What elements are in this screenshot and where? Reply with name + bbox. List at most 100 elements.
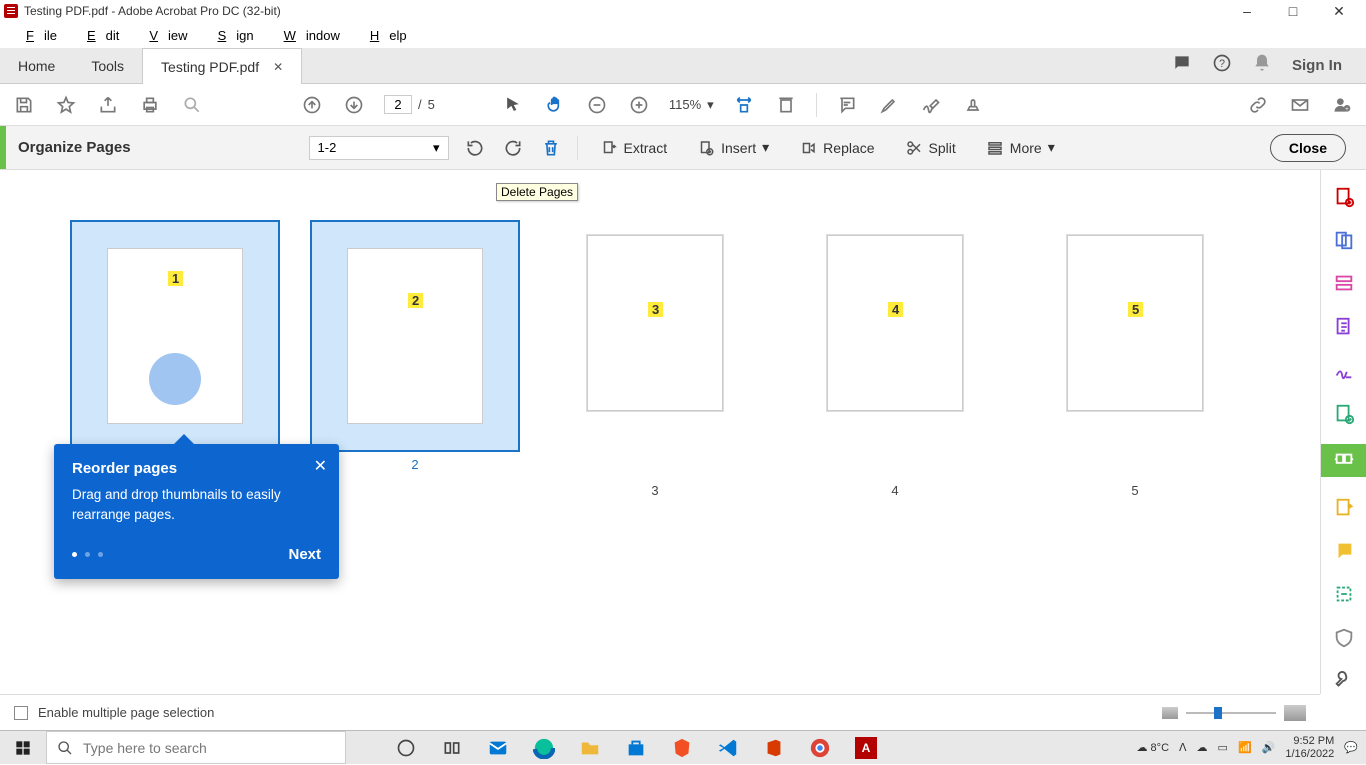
next-page-icon[interactable]	[342, 93, 366, 117]
callout-next-button[interactable]: Next	[288, 546, 321, 563]
delete-pages-icon[interactable]	[539, 136, 563, 160]
request-signatures-icon[interactable]	[1330, 401, 1358, 426]
bell-icon[interactable]	[1252, 53, 1272, 78]
insert-button[interactable]: Insert ▾	[689, 135, 777, 161]
tray-chevron-icon[interactable]: ᐱ	[1179, 741, 1187, 754]
thumb-size-small-icon[interactable]	[1162, 707, 1178, 719]
print-icon[interactable]	[138, 93, 162, 117]
user-icon[interactable]: +	[1330, 93, 1354, 117]
zoom-select[interactable]: 115% ▾	[669, 97, 714, 113]
menu-edit[interactable]: Edit	[67, 26, 129, 45]
page-number-input[interactable]	[384, 95, 412, 114]
replace-button[interactable]: Replace	[791, 135, 882, 161]
fit-width-icon[interactable]	[732, 93, 756, 117]
sign-in-link[interactable]: Sign In	[1292, 57, 1342, 74]
wifi-tray-icon[interactable]: 📶	[1238, 741, 1252, 754]
chat-icon[interactable]	[1172, 53, 1192, 78]
menu-view[interactable]: View	[129, 26, 197, 45]
callout-title: Reorder pages	[72, 460, 321, 477]
organize-pages-icon[interactable]	[1321, 444, 1366, 477]
extract-button[interactable]: Extract	[592, 135, 676, 161]
page-thumbnail-3[interactable]: 3 3	[550, 220, 760, 452]
task-view-icon[interactable]	[386, 731, 426, 765]
close-callout-icon[interactable]: ✕	[314, 456, 327, 476]
close-window-button[interactable]: ✕	[1316, 0, 1362, 22]
edge-app-icon[interactable]	[524, 731, 564, 765]
thumb-label: 4	[790, 483, 1000, 498]
menu-help[interactable]: Help	[350, 26, 417, 45]
explorer-app-icon[interactable]	[570, 731, 610, 765]
page-display-icon[interactable]	[774, 93, 798, 117]
mail-app-icon[interactable]	[478, 731, 518, 765]
help-icon[interactable]: ?	[1212, 53, 1232, 78]
search-icon[interactable]	[180, 93, 204, 117]
share-icon[interactable]	[96, 93, 120, 117]
chrome-app-icon[interactable]	[800, 731, 840, 765]
more-button[interactable]: More ▾	[978, 135, 1063, 161]
rotate-ccw-icon[interactable]	[463, 136, 487, 160]
rotate-cw-icon[interactable]	[501, 136, 525, 160]
combine-files-icon[interactable]	[1330, 227, 1358, 252]
weather-widget[interactable]: ☁ 8°C	[1136, 741, 1169, 754]
page-thumbnail-4[interactable]: 4 4	[790, 220, 1000, 452]
split-button[interactable]: Split	[897, 135, 964, 161]
vscode-app-icon[interactable]	[708, 731, 748, 765]
tab-home[interactable]: Home	[0, 48, 73, 83]
notifications-tray-icon[interactable]: 💬	[1344, 741, 1358, 754]
link-icon[interactable]	[1246, 93, 1270, 117]
chevron-down-icon: ▾	[433, 140, 440, 156]
pointer-tool-icon[interactable]	[501, 93, 525, 117]
close-organize-button[interactable]: Close	[1270, 134, 1346, 162]
more-tools-icon[interactable]	[1330, 669, 1358, 694]
store-app-icon[interactable]	[616, 731, 656, 765]
save-icon[interactable]	[12, 93, 36, 117]
close-tab-icon[interactable]: ✕	[273, 60, 283, 74]
svg-text:?: ?	[1219, 58, 1225, 70]
page-thumbnail-1[interactable]: 1 1	[70, 220, 280, 452]
comment-icon[interactable]	[835, 93, 859, 117]
prev-page-icon[interactable]	[300, 93, 324, 117]
protect-icon[interactable]	[1330, 625, 1358, 650]
onedrive-tray-icon[interactable]: ☁	[1197, 741, 1208, 754]
clock[interactable]: 9:52 PM 1/16/2022	[1285, 735, 1334, 760]
tab-document[interactable]: Testing PDF.pdf ✕	[142, 48, 302, 84]
taskbar-search[interactable]: Type here to search	[46, 731, 346, 764]
hand-tool-icon[interactable]	[543, 93, 567, 117]
star-icon[interactable]	[54, 93, 78, 117]
stamp-icon[interactable]	[961, 93, 985, 117]
minimize-button[interactable]: –	[1224, 0, 1270, 22]
create-pdf-icon[interactable]	[1330, 184, 1358, 209]
menu-file[interactable]: File	[6, 26, 67, 45]
office-app-icon[interactable]	[754, 731, 794, 765]
menu-window[interactable]: Window	[264, 26, 350, 45]
taskbar-app-icon[interactable]	[432, 731, 472, 765]
edit-pdf-icon[interactable]	[1330, 271, 1358, 296]
zoom-out-icon[interactable]	[585, 93, 609, 117]
thumbnail-area: 1 1 2 2 3 3 4	[0, 170, 1320, 694]
tab-tools[interactable]: Tools	[73, 48, 142, 83]
thumb-size-slider[interactable]	[1186, 712, 1276, 714]
find-highlight: 2	[408, 293, 423, 308]
highlight-icon[interactable]	[877, 93, 901, 117]
mail-icon[interactable]	[1288, 93, 1312, 117]
scan-ocr-icon[interactable]	[1330, 582, 1358, 607]
acrobat-app-icon[interactable]: A	[846, 731, 886, 765]
thumb-size-large-icon[interactable]	[1284, 705, 1306, 721]
zoom-in-icon[interactable]	[627, 93, 651, 117]
compress-pdf-icon[interactable]	[1330, 495, 1358, 520]
enable-multiselect-checkbox[interactable]	[14, 706, 28, 720]
status-bar: Enable multiple page selection	[0, 694, 1320, 730]
export-pdf-icon[interactable]	[1330, 314, 1358, 339]
comment-tool-icon[interactable]	[1330, 538, 1358, 563]
battery-tray-icon[interactable]: ▭	[1218, 741, 1228, 754]
brave-app-icon[interactable]	[662, 731, 702, 765]
start-button[interactable]	[0, 731, 46, 764]
sign-tool-icon[interactable]	[919, 93, 943, 117]
page-thumbnail-2[interactable]: 2 2	[310, 220, 520, 452]
menu-sign[interactable]: Sign	[198, 26, 264, 45]
maximize-button[interactable]: □	[1270, 0, 1316, 22]
page-thumbnail-5[interactable]: 5 5	[1030, 220, 1240, 452]
volume-tray-icon[interactable]: 🔊	[1262, 741, 1276, 754]
page-range-dropdown[interactable]: 1-2▾	[309, 136, 449, 160]
fill-sign-icon[interactable]	[1330, 358, 1358, 383]
